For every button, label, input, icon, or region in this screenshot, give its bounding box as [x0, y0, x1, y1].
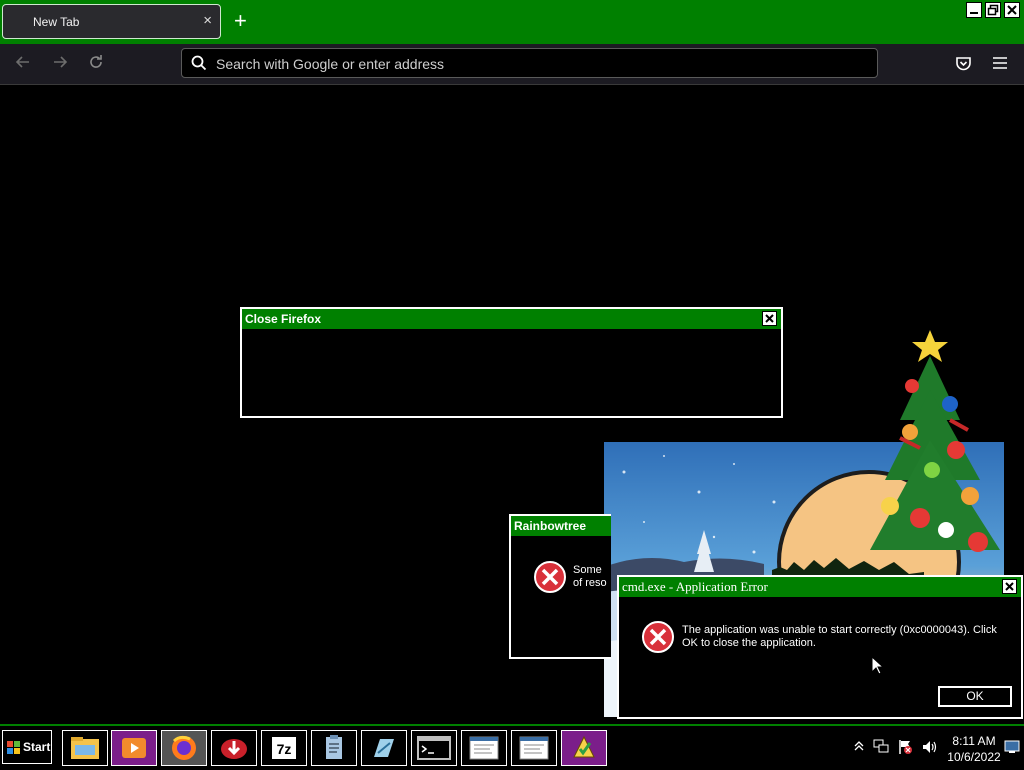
notepad-icon: [374, 739, 394, 757]
taskbar-security-app[interactable]: [561, 730, 607, 766]
minimize-icon: [970, 12, 978, 14]
hamburger-menu-icon[interactable]: [992, 56, 1008, 70]
tab-bar: New Tab × +: [0, 0, 1024, 44]
rainbowtree-dialog: Rainbowtree Some of reso: [509, 514, 611, 659]
address-placeholder: Search with Google or enter address: [216, 56, 445, 72]
windows-logo-icon: [7, 741, 20, 754]
svg-text:7z: 7z: [277, 741, 292, 757]
dialog-title: cmd.exe - Application Error: [619, 577, 1021, 597]
7zip-icon: 7z: [272, 737, 296, 759]
mouse-cursor-icon: [871, 656, 885, 675]
error-icon: [534, 561, 566, 593]
new-tab-button[interactable]: +: [234, 9, 247, 33]
taskbar: Start 7z 8:11 AM 10/6/2022: [0, 724, 1024, 768]
pocket-icon[interactable]: [955, 55, 972, 72]
volume-icon[interactable]: [921, 739, 937, 755]
dialog-close-button[interactable]: [1002, 579, 1017, 594]
tray-clock-date[interactable]: 10/6/2022: [944, 750, 1004, 764]
action-center-flag-icon[interactable]: [897, 739, 913, 755]
download-icon: [221, 739, 247, 759]
restore-button[interactable]: [985, 2, 1001, 18]
dialog-close-button[interactable]: [762, 311, 777, 326]
security-shield-icon: [573, 735, 595, 758]
start-button[interactable]: Start: [2, 730, 52, 764]
christmas-tree-image: [870, 330, 1000, 552]
taskbar-downloader[interactable]: [211, 730, 257, 766]
firefox-icon: [172, 735, 196, 760]
window-close-button[interactable]: [1004, 2, 1020, 18]
application-error-dialog: cmd.exe - Application Error The applicat…: [617, 575, 1023, 719]
taskbar-command-prompt[interactable]: [411, 730, 457, 766]
tray-expand-icon[interactable]: [854, 740, 864, 752]
close-icon: [1005, 582, 1014, 591]
tab-new-tab[interactable]: New Tab ×: [2, 4, 221, 39]
address-bar[interactable]: Search with Google or enter address: [181, 48, 878, 78]
close-icon: [765, 314, 774, 323]
close-firefox-dialog: Close Firefox: [240, 307, 783, 418]
forward-button[interactable]: [51, 53, 69, 76]
forward-arrow-icon: [54, 56, 68, 68]
media-player-icon: [122, 738, 146, 758]
reload-icon: [90, 55, 102, 68]
taskbar-7zip[interactable]: 7z: [261, 730, 307, 766]
window-icon-2: [519, 736, 549, 760]
taskbar-window-1[interactable]: [461, 730, 507, 766]
file-explorer-icon: [71, 737, 99, 759]
dialog-title: Close Firefox: [242, 309, 781, 329]
network-icon[interactable]: [873, 739, 889, 753]
taskbar-window-2[interactable]: [511, 730, 557, 766]
close-icon: [1007, 5, 1017, 15]
tray-clock-time[interactable]: 8:11 AM: [944, 734, 1004, 748]
start-label: Start: [23, 740, 51, 754]
error-icon: [642, 621, 674, 653]
back-arrow-icon: [15, 56, 29, 68]
taskbar-media-player[interactable]: [111, 730, 157, 766]
dialog-message-line: of reso: [573, 577, 607, 589]
tab-title: New Tab: [33, 15, 80, 29]
navigation-toolbar: Search with Google or enter address: [0, 44, 1024, 85]
taskbar-file-explorer[interactable]: [62, 730, 108, 766]
restore-icon: [987, 4, 999, 16]
back-button[interactable]: [14, 53, 32, 76]
dialog-message-line: Some: [573, 564, 602, 576]
taskbar-clipboard[interactable]: [311, 730, 357, 766]
show-desktop-icon[interactable]: [1004, 740, 1020, 754]
ok-button[interactable]: OK: [938, 686, 1012, 707]
command-prompt-icon: [417, 736, 451, 760]
taskbar-firefox[interactable]: [161, 730, 207, 766]
taskbar-notepad[interactable]: [361, 730, 407, 766]
search-icon: [191, 55, 207, 71]
clipboard-icon: [326, 735, 342, 759]
minimize-button[interactable]: [966, 2, 982, 18]
reload-button[interactable]: [87, 53, 105, 76]
error-message: The application was unable to start corr…: [682, 624, 997, 649]
dialog-title: Rainbowtree: [511, 516, 611, 536]
window-icon: [469, 736, 499, 760]
tab-close-icon[interactable]: ×: [203, 12, 212, 29]
